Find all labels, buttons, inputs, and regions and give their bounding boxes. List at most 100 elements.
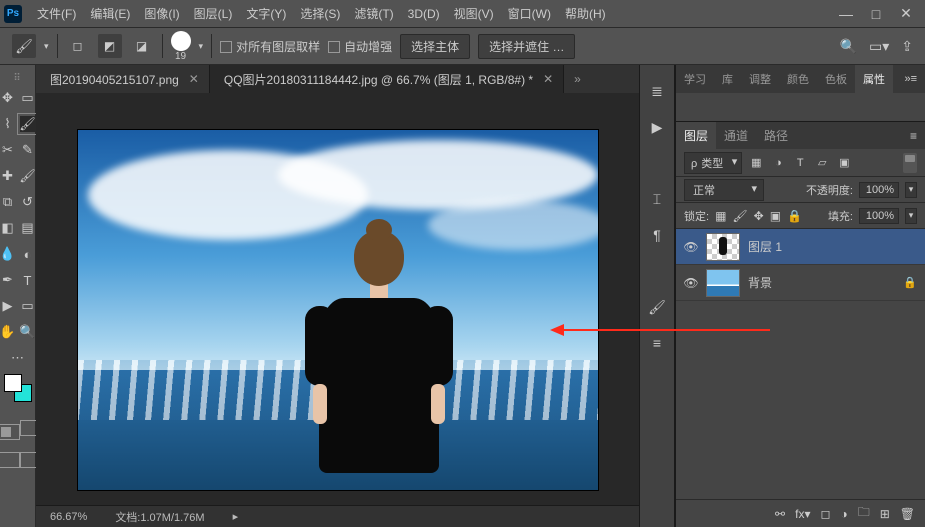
document-tab-2[interactable]: QQ图片20180311184442.jpg @ 66.7% (图层 1, RG… xyxy=(210,65,564,93)
brush-settings-icon[interactable]: 🖌 xyxy=(647,297,667,317)
zoom-level[interactable]: 66.67% xyxy=(50,511,87,523)
visibility-toggle-icon[interactable]: 👁 xyxy=(684,276,698,290)
blend-mode-dropdown[interactable]: 正常 xyxy=(684,179,764,201)
brush-preview[interactable] xyxy=(171,31,191,51)
chevron-down-icon[interactable]: ▾ xyxy=(44,41,49,52)
filter-shape-icon[interactable]: ▱ xyxy=(814,155,830,171)
menu-file[interactable]: 文件(F) xyxy=(30,5,83,22)
layer-filter-kind-dropdown[interactable]: ρ类型 xyxy=(684,152,742,174)
new-adjustment-icon[interactable]: ◑ xyxy=(840,507,847,521)
lock-transparency-icon[interactable]: ▦ xyxy=(715,209,726,223)
clone-tool[interactable]: ⧉ xyxy=(0,194,16,210)
menu-type[interactable]: 文字(Y) xyxy=(239,5,293,22)
quick-selection-tool[interactable]: 🖌 xyxy=(20,116,36,132)
lock-artboard-icon[interactable]: ▣ xyxy=(770,209,781,223)
menu-select[interactable]: 选择(S) xyxy=(293,5,347,22)
dodge-tool[interactable]: ◐ xyxy=(20,246,36,262)
tab-adjust[interactable]: 调整 xyxy=(741,65,779,93)
filter-toggle[interactable] xyxy=(903,153,917,173)
brushes-panel-icon[interactable]: ≡ xyxy=(647,333,667,353)
delete-layer-icon[interactable]: 🗑 xyxy=(900,507,915,521)
menu-edit[interactable]: 编辑(E) xyxy=(83,5,137,22)
auto-enhance-checkbox[interactable]: 自动增强 xyxy=(328,38,392,55)
character-panel-icon[interactable]: ⌶ xyxy=(647,189,667,209)
tab-layers[interactable]: 图层 xyxy=(676,122,716,149)
quickmask-icon[interactable] xyxy=(0,424,20,440)
current-tool-icon[interactable]: 🖌 xyxy=(12,34,36,58)
drag-handle-icon[interactable]: ⠿ xyxy=(13,73,21,84)
eyedropper-tool[interactable]: ✎ xyxy=(20,142,36,158)
filter-smart-icon[interactable]: ▣ xyxy=(836,155,852,171)
menu-view[interactable]: 视图(V) xyxy=(447,5,501,22)
layer-name[interactable]: 背景 xyxy=(748,274,895,291)
select-subject-button[interactable]: 选择主体 xyxy=(400,34,470,59)
visibility-toggle-icon[interactable]: 👁 xyxy=(684,240,698,254)
new-selection-icon[interactable]: ◻ xyxy=(66,34,90,58)
panel-menu-icon[interactable]: ≡ xyxy=(902,122,925,149)
layer-row-layer1[interactable]: 👁 图层 1 xyxy=(676,229,925,265)
layer-fx-icon[interactable]: fx▾ xyxy=(795,507,810,521)
opacity-flyout-icon[interactable]: ▾ xyxy=(905,182,917,198)
filter-pixel-icon[interactable]: ▦ xyxy=(748,155,764,171)
subtract-from-selection-icon[interactable]: ◪ xyxy=(130,34,154,58)
share-icon[interactable]: ⇪ xyxy=(901,38,913,55)
layer-row-background[interactable]: 👁 背景 🔒 xyxy=(676,265,925,301)
tab-color[interactable]: 颜色 xyxy=(779,65,817,93)
window-close-button[interactable]: ✕ xyxy=(891,4,921,24)
fill-flyout-icon[interactable]: ▾ xyxy=(905,208,917,224)
healing-tool[interactable]: ✚ xyxy=(0,168,16,184)
status-flyout-icon[interactable]: ▸ xyxy=(233,510,239,523)
close-icon[interactable]: ✕ xyxy=(543,72,553,86)
workspace-icon[interactable]: ▭▾ xyxy=(869,38,889,55)
marquee-tool[interactable]: ▭ xyxy=(20,90,36,106)
color-swatches[interactable] xyxy=(4,374,32,402)
search-icon[interactable]: 🔍 xyxy=(840,38,857,55)
zoom-tool[interactable]: 🔍 xyxy=(20,324,36,340)
layer-name[interactable]: 图层 1 xyxy=(748,238,917,255)
chevron-down-icon[interactable]: ▾ xyxy=(199,41,204,52)
shape-tool[interactable]: ▭ xyxy=(20,298,36,314)
document-tab-1[interactable]: 图20190405215107.png ✕ xyxy=(36,65,210,93)
window-maximize-button[interactable]: □ xyxy=(861,4,891,24)
fill-value[interactable]: 100% xyxy=(859,208,899,224)
foreground-color-swatch[interactable] xyxy=(4,374,22,392)
tab-swatch[interactable]: 色板 xyxy=(817,65,855,93)
opacity-value[interactable]: 100% xyxy=(859,182,899,198)
pen-tool[interactable]: ✒ xyxy=(0,272,16,288)
edit-toolbar-icon[interactable]: ⋯ xyxy=(10,350,26,366)
window-minimize-button[interactable]: — xyxy=(831,4,861,24)
hand-tool[interactable]: ✋ xyxy=(0,324,16,340)
new-group-icon[interactable]: 🗀 xyxy=(858,503,870,524)
menu-3d[interactable]: 3D(D) xyxy=(401,7,447,21)
paragraph-panel-icon[interactable]: ¶ xyxy=(647,225,667,245)
panel-menu-icon[interactable]: »≡ xyxy=(896,65,925,93)
new-layer-icon[interactable]: ⊞ xyxy=(880,507,890,521)
menu-image[interactable]: 图像(I) xyxy=(137,5,186,22)
move-tool[interactable]: ✥ xyxy=(0,90,16,106)
actions-panel-icon[interactable]: ▶ xyxy=(647,117,667,137)
tab-channels[interactable]: 通道 xyxy=(716,122,756,149)
tab-properties[interactable]: 属性 xyxy=(855,65,893,93)
canvas-viewport[interactable] xyxy=(36,93,639,527)
link-layers-icon[interactable]: ⚯ xyxy=(775,507,785,521)
add-mask-icon[interactable]: ◻ xyxy=(820,507,830,521)
close-icon[interactable]: ✕ xyxy=(189,72,199,86)
tab-overflow-button[interactable]: » xyxy=(564,72,591,86)
lasso-tool[interactable]: ⌇ xyxy=(0,116,16,132)
tab-paths[interactable]: 路径 xyxy=(756,122,796,149)
select-and-mask-button[interactable]: 选择并遮住 … xyxy=(478,34,575,59)
path-select-tool[interactable]: ▶ xyxy=(0,298,16,314)
layer-thumbnail[interactable] xyxy=(706,233,740,261)
menu-layer[interactable]: 图层(L) xyxy=(187,5,240,22)
canvas[interactable] xyxy=(78,130,598,490)
brush-tool[interactable]: 🖌 xyxy=(20,168,36,184)
blur-tool[interactable]: 💧 xyxy=(0,246,16,262)
add-to-selection-icon[interactable]: ◩ xyxy=(98,34,122,58)
document-size[interactable]: 文档:1.07M/1.76M xyxy=(115,509,204,525)
sample-all-layers-checkbox[interactable]: 对所有图层取样 xyxy=(220,38,320,55)
eraser-tool[interactable]: ◧ xyxy=(0,220,16,236)
lock-all-icon[interactable]: 🔒 xyxy=(787,209,802,223)
filter-adjust-icon[interactable]: ◑ xyxy=(770,155,786,171)
tab-learn[interactable]: 学习 xyxy=(676,65,714,93)
layer-thumbnail[interactable] xyxy=(706,269,740,297)
